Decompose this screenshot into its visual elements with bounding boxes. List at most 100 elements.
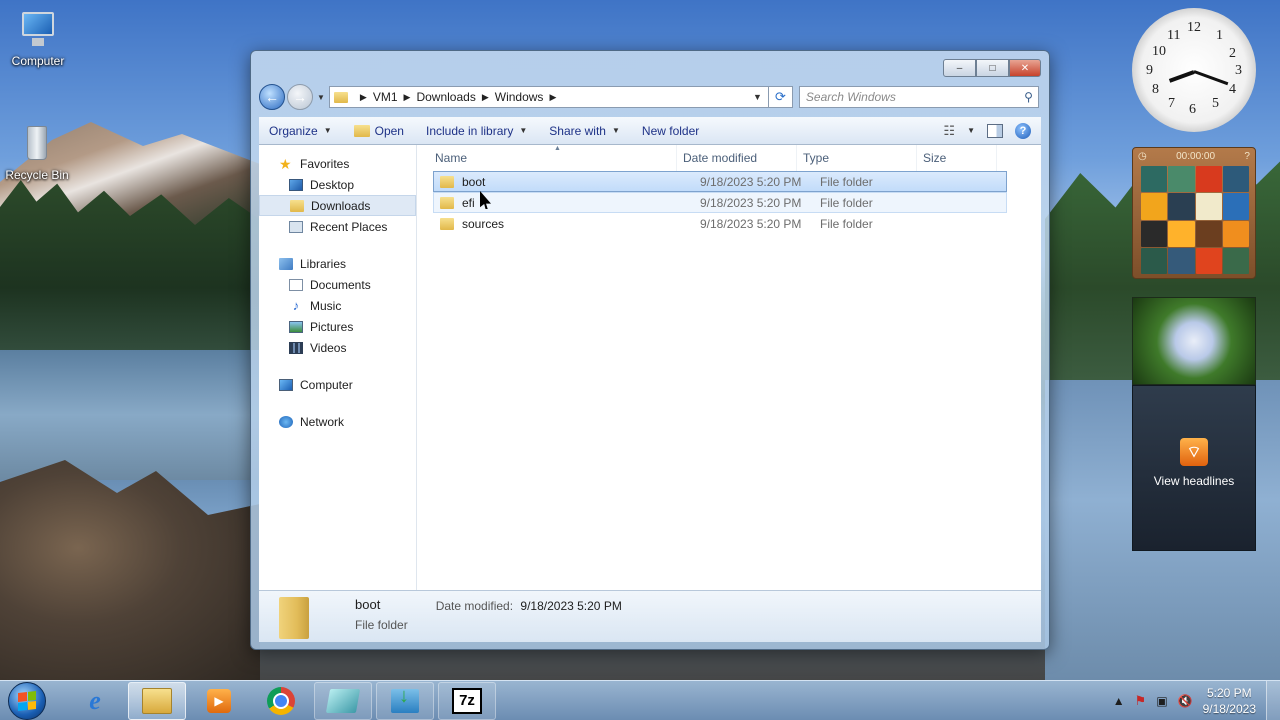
desktop-icon-computer[interactable]: Computer	[0, 10, 78, 68]
nav-item-videos[interactable]: Videos	[259, 337, 416, 358]
nav-item-pictures[interactable]: Pictures	[259, 316, 416, 337]
taskbar: e ▶ 7z ▲ ⚑ ▣ 🔇 5:20 PM 9/18/2023	[0, 680, 1280, 720]
documents-icon	[289, 278, 303, 291]
search-icon[interactable]: ⚲	[1024, 90, 1033, 104]
include-in-library-button[interactable]: Include in library ▼	[426, 124, 527, 138]
desktop-icon	[289, 178, 303, 191]
chevron-down-icon: ▼	[611, 126, 620, 135]
search-input[interactable]: Search Windows ⚲	[798, 86, 1039, 108]
share-with-button[interactable]: Share with ▼	[549, 124, 620, 138]
show-hidden-icons-icon[interactable]: ▲	[1113, 694, 1125, 708]
table-row[interactable]: sources 9/18/2023 5:20 PM File folder	[433, 213, 1007, 234]
close-button[interactable]: ✕	[1009, 59, 1041, 77]
column-header-date[interactable]: Date modified	[677, 145, 797, 171]
slideshow-gadget[interactable]	[1132, 297, 1256, 385]
taskbar-clock[interactable]: 5:20 PM 9/18/2023	[1203, 685, 1256, 717]
chevron-right-icon[interactable]: ▶	[549, 92, 556, 103]
breadcrumb-item-downloads[interactable]: Downloads	[416, 90, 475, 104]
refresh-button[interactable]: ⟳	[768, 86, 793, 108]
nav-item-network[interactable]: Network	[259, 411, 416, 432]
organize-button[interactable]: Organize ▼	[269, 124, 332, 138]
preview-pane-icon[interactable]	[987, 123, 1003, 138]
clock-icon: ◷	[1138, 150, 1147, 162]
nav-item-desktop[interactable]: Desktop	[259, 174, 416, 195]
folder-icon	[440, 196, 454, 209]
breadcrumb-item-windows[interactable]: Windows	[495, 90, 544, 104]
wallpaper-rocks	[0, 460, 260, 680]
nav-item-label: Favorites	[300, 156, 350, 171]
file-name: sources	[462, 216, 505, 231]
nav-item-computer[interactable]: Computer	[259, 374, 416, 395]
network-icon	[279, 415, 293, 428]
help-icon[interactable]: ?	[1244, 151, 1250, 162]
volume-muted-icon[interactable]: 🔇	[1178, 694, 1193, 708]
pictures-icon	[289, 320, 303, 333]
taskbar-windows-explorer[interactable]	[128, 681, 186, 720]
clock-number: 5	[1212, 96, 1219, 111]
taskbar-chrome[interactable]	[252, 682, 310, 720]
downloads-folder-icon	[290, 199, 304, 212]
view-headlines-link[interactable]: View headlines	[1133, 474, 1255, 488]
organize-label: Organize	[269, 123, 318, 138]
nav-item-favorites[interactable]: ★ Favorites	[259, 153, 416, 174]
taskbar-7zip[interactable]: 7z	[438, 681, 496, 720]
taskbar-installer[interactable]	[376, 681, 434, 720]
nav-item-music[interactable]: ♪ Music	[259, 295, 416, 316]
desktop-icon-label: Recycle Bin	[5, 168, 69, 182]
minimize-button[interactable]: –	[943, 59, 976, 77]
puzzle-gadget[interactable]: ◷ 00:00:00 ?	[1132, 147, 1256, 279]
file-list: ▲ Name Date modified Type Size boot 9/18…	[417, 145, 1041, 590]
taskbar-time: 5:20 PM	[1206, 685, 1252, 700]
view-options-icon[interactable]: ☷	[943, 123, 955, 139]
desktop-icon-recycle-bin[interactable]: Recycle Bin	[0, 124, 77, 182]
address-bar[interactable]: ▶ VM1 ▶ Downloads ▶ Windows ▶ ▼	[328, 86, 769, 108]
nav-item-label: Music	[310, 298, 342, 313]
feed-headlines-gadget[interactable]: ⌔ View headlines	[1132, 385, 1256, 551]
table-row[interactable]: efi 9/18/2023 5:20 PM File folder	[433, 192, 1007, 213]
breadcrumb-item-vm1[interactable]: VM1	[373, 90, 398, 104]
taskbar-internet-explorer[interactable]: e	[66, 682, 124, 720]
puzzle-grid[interactable]	[1141, 166, 1249, 274]
chevron-right-icon[interactable]: ▶	[482, 92, 489, 103]
recent-places-icon	[289, 220, 303, 233]
nav-item-downloads[interactable]: Downloads	[259, 195, 416, 216]
nav-item-recent-places[interactable]: Recent Places	[259, 216, 416, 237]
back-button[interactable]: ←	[259, 84, 285, 110]
maximize-button[interactable]: □	[976, 59, 1009, 77]
nav-item-libraries[interactable]: Libraries	[259, 253, 416, 274]
clock-number: 1	[1216, 28, 1223, 43]
recycle-bin-icon	[15, 124, 59, 164]
table-row[interactable]: boot 9/18/2023 5:20 PM File folder	[433, 171, 1007, 192]
column-header-size[interactable]: Size	[917, 145, 997, 171]
clock-gadget[interactable]: 12 1 2 3 4 5 6 7 8 9 10 11	[1132, 8, 1256, 132]
taskbar-media-player[interactable]: ▶	[190, 682, 248, 720]
show-desktop-button[interactable]	[1266, 680, 1280, 720]
nav-item-label: Computer	[300, 377, 353, 392]
nav-item-label: Libraries	[300, 256, 347, 271]
start-button[interactable]	[8, 681, 46, 720]
taskbar-notepad[interactable]	[314, 681, 372, 720]
column-header-type[interactable]: Type	[797, 145, 917, 171]
computer-icon	[16, 10, 60, 50]
column-header-name[interactable]: Name	[417, 145, 677, 171]
file-date: 9/18/2023 5:20 PM	[700, 174, 802, 189]
share-with-label: Share with	[549, 123, 606, 138]
action-center-flag-icon[interactable]: ⚑	[1135, 693, 1147, 709]
nav-item-documents[interactable]: Documents	[259, 274, 416, 295]
clock-number: 9	[1146, 63, 1153, 78]
recent-pages-dropdown[interactable]: ▼	[317, 93, 325, 102]
chevron-right-icon[interactable]: ▶	[360, 92, 367, 103]
chevron-right-icon[interactable]: ▶	[404, 92, 411, 103]
details-pane: boot File folder Date modified: 9/18/202…	[259, 590, 1041, 642]
chevron-down-icon[interactable]: ▼	[967, 126, 975, 135]
forward-button[interactable]: →	[287, 84, 313, 110]
help-icon[interactable]: ?	[1015, 122, 1031, 139]
address-dropdown-icon[interactable]: ▼	[753, 92, 762, 102]
file-name: boot	[462, 174, 486, 189]
clock-hour-hand	[1168, 70, 1195, 83]
clock-number: 10	[1152, 44, 1166, 59]
file-name: efi	[462, 195, 475, 210]
open-button[interactable]: Open	[353, 124, 404, 138]
new-folder-button[interactable]: New folder	[642, 124, 699, 138]
network-status-icon[interactable]: ▣	[1156, 694, 1167, 708]
